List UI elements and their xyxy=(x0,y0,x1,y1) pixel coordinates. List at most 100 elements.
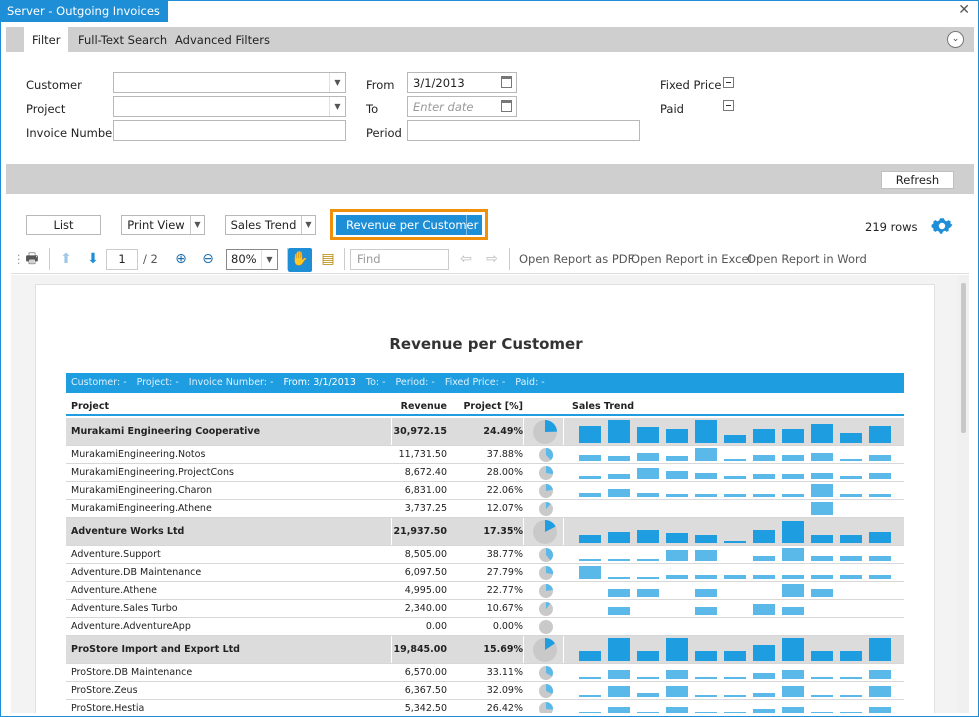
sales-trend-bars xyxy=(579,582,894,599)
to-date-input[interactable]: Enter date xyxy=(407,96,517,117)
column-separator xyxy=(563,418,564,445)
project-pct-value: 27.79% xyxy=(486,567,523,578)
revenue-value: 30,972.15 xyxy=(393,426,448,437)
page-view-icon[interactable]: ▤ xyxy=(317,248,339,270)
fixed-price-checkbox[interactable] xyxy=(723,77,734,88)
report-viewport[interactable]: Revenue per Customer Customer: - Project:… xyxy=(11,275,958,713)
period-input[interactable] xyxy=(407,120,640,141)
paid-label: Paid xyxy=(660,102,684,116)
trend-bar xyxy=(637,589,659,597)
share-pie xyxy=(539,702,553,713)
project-name: ProStore Import and Export Ltd xyxy=(71,644,240,655)
open-excel-button[interactable]: Open Report in Excel xyxy=(631,248,752,270)
zoom-combobox[interactable]: 80% ▼ xyxy=(226,249,278,270)
chevron-down-icon[interactable]: ▼ xyxy=(329,97,345,116)
tab-filter[interactable]: Filter xyxy=(24,27,69,52)
close-icon[interactable]: ✕ xyxy=(958,2,970,18)
column-separator xyxy=(563,636,564,663)
project-pct-value: 10.67% xyxy=(486,603,523,614)
trend-bar xyxy=(666,575,688,579)
zoom-in-icon[interactable]: ⊕ xyxy=(170,248,192,270)
column-separator xyxy=(391,518,392,545)
column-separator xyxy=(391,582,392,599)
find-input[interactable]: Find xyxy=(350,249,449,270)
revenue-per-customer-button[interactable]: Revenue per Customer xyxy=(336,215,482,235)
chevron-down-icon[interactable]: ▼ xyxy=(190,216,204,234)
from-date-input[interactable]: 3/1/2013 xyxy=(407,72,517,93)
trend-bar xyxy=(753,429,775,443)
project-name: ProStore.Zeus xyxy=(71,685,138,696)
project-name: MurakamiEngineering.Notos xyxy=(71,449,206,460)
column-separator xyxy=(391,564,392,581)
trend-bar xyxy=(724,541,746,543)
report-table-header: Project Revenue Project [%] Sales Trend xyxy=(66,399,904,416)
hand-tool-icon[interactable]: ✋ xyxy=(288,248,312,272)
trend-bar xyxy=(869,473,891,479)
arrow-down-icon[interactable]: ⬇ xyxy=(82,248,104,270)
chevron-down-icon[interactable]: ▼ xyxy=(301,216,315,234)
split-dropdown[interactable] xyxy=(466,215,482,235)
calendar-icon[interactable] xyxy=(501,100,512,112)
column-separator xyxy=(391,664,392,681)
trend-bar xyxy=(811,589,833,597)
revenue-value: 11,731.50 xyxy=(398,449,447,460)
chevron-down-icon[interactable]: ▼ xyxy=(329,73,345,92)
trend-bar xyxy=(637,559,659,561)
trend-bar xyxy=(753,556,775,561)
print-view-button[interactable]: Print View ▼ xyxy=(121,215,205,235)
trend-bar xyxy=(666,707,688,713)
trend-bar xyxy=(695,550,717,561)
trend-bar xyxy=(666,686,688,697)
sales-trend-button[interactable]: Sales Trend ▼ xyxy=(225,215,316,235)
trend-bar xyxy=(608,638,630,661)
list-button[interactable]: List xyxy=(26,215,101,235)
scrollbar-thumb[interactable] xyxy=(961,283,966,433)
tab-advanced-filters[interactable]: Advanced Filters xyxy=(167,27,278,52)
trend-bar xyxy=(695,473,717,479)
trend-bar xyxy=(724,575,746,579)
sales-trend-bars xyxy=(579,700,894,713)
pie-slice xyxy=(546,466,553,475)
column-separator xyxy=(391,600,392,617)
paid-checkbox[interactable] xyxy=(723,100,734,111)
arrow-up-icon[interactable]: ⬆ xyxy=(55,248,77,270)
vertical-scrollbar[interactable] xyxy=(958,275,969,713)
project-name: MurakamiEngineering.Athene xyxy=(71,503,212,514)
trend-bar xyxy=(753,604,775,615)
invoice-number-input[interactable] xyxy=(113,120,346,141)
report-page: Revenue per Customer Customer: - Project:… xyxy=(35,284,935,713)
column-separator xyxy=(563,446,564,463)
print-view-label: Print View xyxy=(127,218,185,232)
customer-combobox[interactable]: ▼ xyxy=(113,72,346,93)
trend-bar xyxy=(608,607,630,615)
page-number-input[interactable]: 1 xyxy=(106,249,138,270)
share-pie xyxy=(539,484,553,498)
project-name: MurakamiEngineering.ProjectCons xyxy=(71,467,234,478)
column-separator xyxy=(391,636,392,663)
open-word-button[interactable]: Open Report in Word xyxy=(747,248,867,270)
refresh-button[interactable]: Refresh xyxy=(881,171,954,189)
trend-bar xyxy=(782,686,804,697)
zoom-out-icon[interactable]: ⊖ xyxy=(197,248,219,270)
from-label: From xyxy=(366,78,395,92)
gear-icon[interactable] xyxy=(931,215,953,237)
column-separator xyxy=(391,682,392,699)
zoom-value: 80% xyxy=(231,252,257,266)
print-icon[interactable]: 🖶 xyxy=(21,248,43,270)
revenue-value: 6,367.50 xyxy=(404,685,447,696)
column-separator xyxy=(523,518,524,545)
find-previous-icon[interactable]: ⇦ xyxy=(455,248,477,270)
tab-full-text-search[interactable]: Full-Text Search xyxy=(70,27,175,52)
project-combobox[interactable]: ▼ xyxy=(113,96,346,117)
project-name: ProStore.DB Maintenance xyxy=(71,667,193,678)
project-name: Adventure Works Ltd xyxy=(71,526,185,537)
trend-bar xyxy=(869,670,891,679)
revenue-value: 5,342.50 xyxy=(404,703,447,713)
chevron-down-icon[interactable]: ▼ xyxy=(261,250,277,269)
sales-trend-bars xyxy=(579,500,894,517)
calendar-icon[interactable] xyxy=(501,76,512,88)
window-title: Server - Outgoing Invoices xyxy=(1,1,168,22)
collapse-chevron-icon[interactable]: ⌄ xyxy=(947,31,964,48)
find-next-icon[interactable]: ⇨ xyxy=(481,248,503,270)
open-pdf-button[interactable]: Open Report as PDF xyxy=(519,248,634,270)
